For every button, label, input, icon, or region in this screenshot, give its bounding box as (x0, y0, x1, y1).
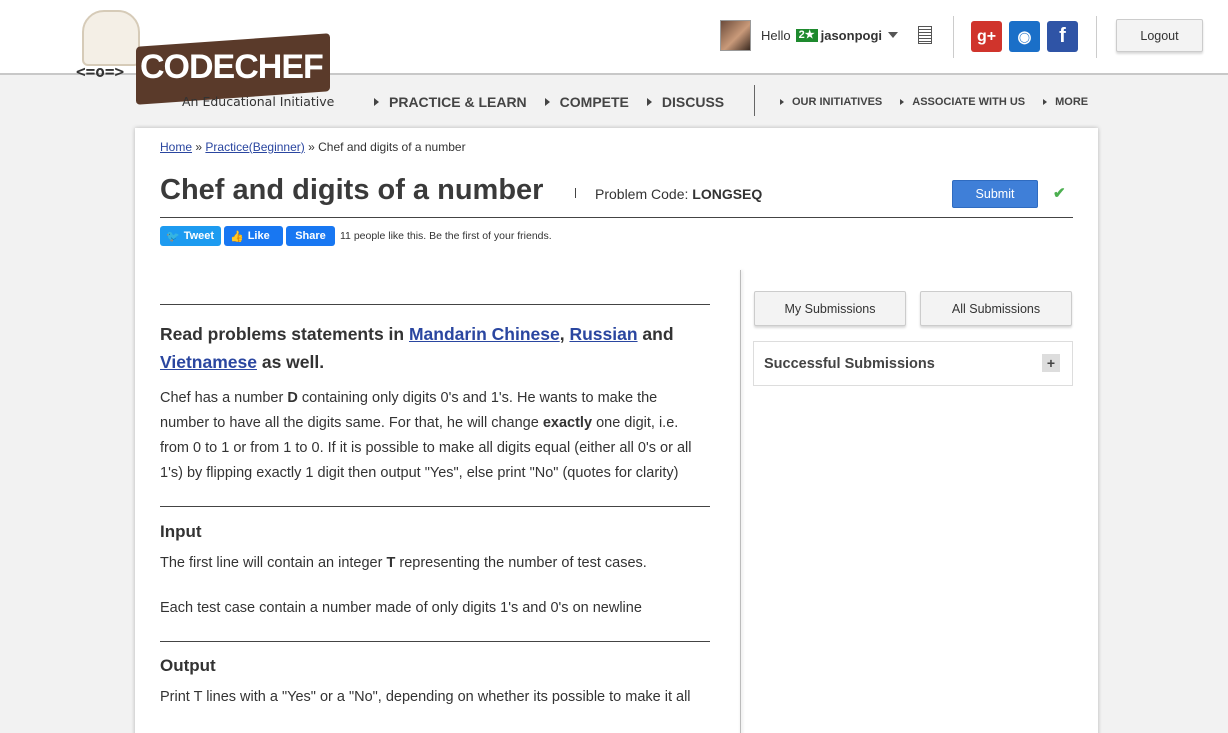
greeting: Hello (761, 27, 791, 43)
statement-text: Chef has a number (160, 390, 284, 406)
secondary-nav: OUR INITIATIVES ASSOCIATE WITH US MORE (780, 92, 1106, 112)
caret-right-icon (900, 99, 905, 105)
share-bar: 🐦 Tweet 👍 Like Share 11 people like this… (160, 226, 552, 246)
link-russian[interactable]: Russian (569, 324, 637, 344)
caret-right-icon (544, 98, 550, 106)
breadcrumb-separator: » (308, 140, 315, 154)
user-menu[interactable]: Hello 2★ jasonpogi (720, 19, 898, 51)
nav-our-initiatives[interactable]: OUR INITIATIVES (780, 96, 882, 108)
successful-submissions-label: Successful Submissions (764, 356, 935, 372)
nav-label: OUR INITIATIVES (792, 96, 883, 108)
language-note-text: Read problems statements in (160, 324, 405, 344)
nav-label: PRACTICE & LEARN (389, 94, 527, 110)
logo-tagline: An Educational Initiative (182, 94, 335, 109)
language-note: Read problems statements in Mandarin Chi… (160, 320, 710, 376)
logo-wordmark: CODECHEF (140, 48, 324, 86)
main-nav: PRACTICE & LEARN COMPETE DISCUSS (374, 92, 742, 112)
language-note-text: , (559, 324, 565, 344)
problem-code: Problem Code: LONGSEQ (595, 186, 762, 202)
avatar[interactable] (720, 19, 751, 51)
caret-right-icon (646, 98, 652, 106)
check-icon: ✔ (1053, 185, 1066, 202)
expand-icon[interactable]: + (1042, 354, 1060, 372)
like-count-text: 11 people like this. Be the first of you… (340, 230, 552, 242)
google-plus-icon[interactable]: g+ (971, 21, 1002, 52)
nav-compete[interactable]: COMPETE (544, 94, 629, 110)
input-paragraph: The first line will contain an integer T… (160, 551, 710, 576)
share-button[interactable]: Share (286, 226, 335, 246)
problem-statement: Read problems statements in Mandarin Chi… (160, 304, 710, 710)
link-vietnamese[interactable]: Vietnamese (160, 352, 257, 372)
breadcrumb-current: Chef and digits of a number (318, 140, 466, 154)
problem-header: Chef and digits of a number Problem Code… (160, 174, 1073, 218)
github-icon[interactable]: ◉ (1009, 21, 1040, 52)
statement-bold: D (287, 390, 298, 406)
nav-divider (754, 85, 755, 116)
successful-submissions-panel[interactable]: Successful Submissions + (753, 341, 1073, 386)
problem-code-value: LONGSEQ (692, 186, 763, 202)
codechef-logo[interactable]: <=o=> CODECHEF An Educational Initiative (76, 10, 336, 110)
link-mandarin-chinese[interactable]: Mandarin Chinese (409, 324, 560, 344)
chef-hat-icon (82, 10, 140, 66)
twitter-icon: 🐦 (166, 230, 180, 243)
statement-paragraph: Chef has a number D containing only digi… (160, 386, 710, 486)
breadcrumb: Home » Practice(Beginner) » Chef and dig… (160, 140, 466, 154)
output-heading: Output (160, 656, 216, 675)
nav-more[interactable]: MORE (1043, 96, 1088, 108)
caret-right-icon (374, 98, 379, 106)
nav-label: MORE (1055, 96, 1089, 108)
title-divider (575, 188, 576, 198)
language-note-text: as well. (261, 352, 325, 372)
problem-code-label: Problem Code: (595, 186, 689, 202)
divider (160, 506, 710, 507)
breadcrumb-practice[interactable]: Practice(Beginner) (205, 140, 304, 154)
divider (160, 304, 710, 305)
nav-associate-with-us[interactable]: ASSOCIATE WITH US (900, 96, 1025, 108)
nav-discuss[interactable]: DISCUSS (646, 94, 725, 110)
tweet-label: Tweet (183, 230, 215, 242)
document-icon[interactable] (918, 26, 932, 44)
language-note-text: and (642, 324, 674, 344)
facebook-icon[interactable]: f (1047, 21, 1078, 52)
nav-label: DISCUSS (661, 94, 725, 110)
like-button[interactable]: 👍 Like (224, 226, 283, 246)
breadcrumb-separator: » (195, 140, 203, 154)
page-title: Chef and digits of a number (160, 174, 544, 206)
username[interactable]: jasonpogi (821, 28, 882, 43)
problem-card: Home » Practice(Beginner) » Chef and dig… (135, 128, 1098, 733)
nav-label: COMPETE (559, 94, 629, 110)
divider (160, 641, 710, 642)
caret-right-icon (1043, 99, 1048, 105)
my-submissions-button[interactable]: My Submissions (754, 291, 906, 326)
chef-face-icon: <=o=> (76, 62, 125, 81)
nav-practice-learn[interactable]: PRACTICE & LEARN (374, 94, 527, 110)
all-submissions-button[interactable]: All Submissions (920, 291, 1072, 326)
input-text: representing the number of test cases. (399, 555, 647, 571)
user-rating-badge: 2★ (795, 28, 818, 42)
statement-bold: exactly (542, 415, 593, 431)
tweet-button[interactable]: 🐦 Tweet (160, 226, 221, 246)
chevron-down-icon[interactable] (888, 32, 898, 38)
output-paragraph: Print T lines with a "Yes" or a "No", de… (160, 689, 691, 705)
column-divider (740, 270, 741, 733)
input-paragraph: Each test case contain a number made of … (160, 600, 642, 616)
breadcrumb-home[interactable]: Home (160, 140, 192, 154)
header-divider (1096, 16, 1097, 58)
logout-button[interactable]: Logout (1116, 19, 1203, 52)
submit-button[interactable]: Submit (952, 180, 1038, 208)
input-text: The first line will contain an integer (160, 555, 383, 571)
input-heading: Input (160, 522, 202, 541)
like-label: Like (247, 230, 270, 242)
input-bold: T (386, 555, 396, 571)
nav-label: ASSOCIATE WITH US (912, 96, 1026, 108)
caret-right-icon (780, 99, 784, 105)
header-divider (953, 16, 954, 58)
thumbs-up-icon: 👍 (230, 230, 244, 243)
